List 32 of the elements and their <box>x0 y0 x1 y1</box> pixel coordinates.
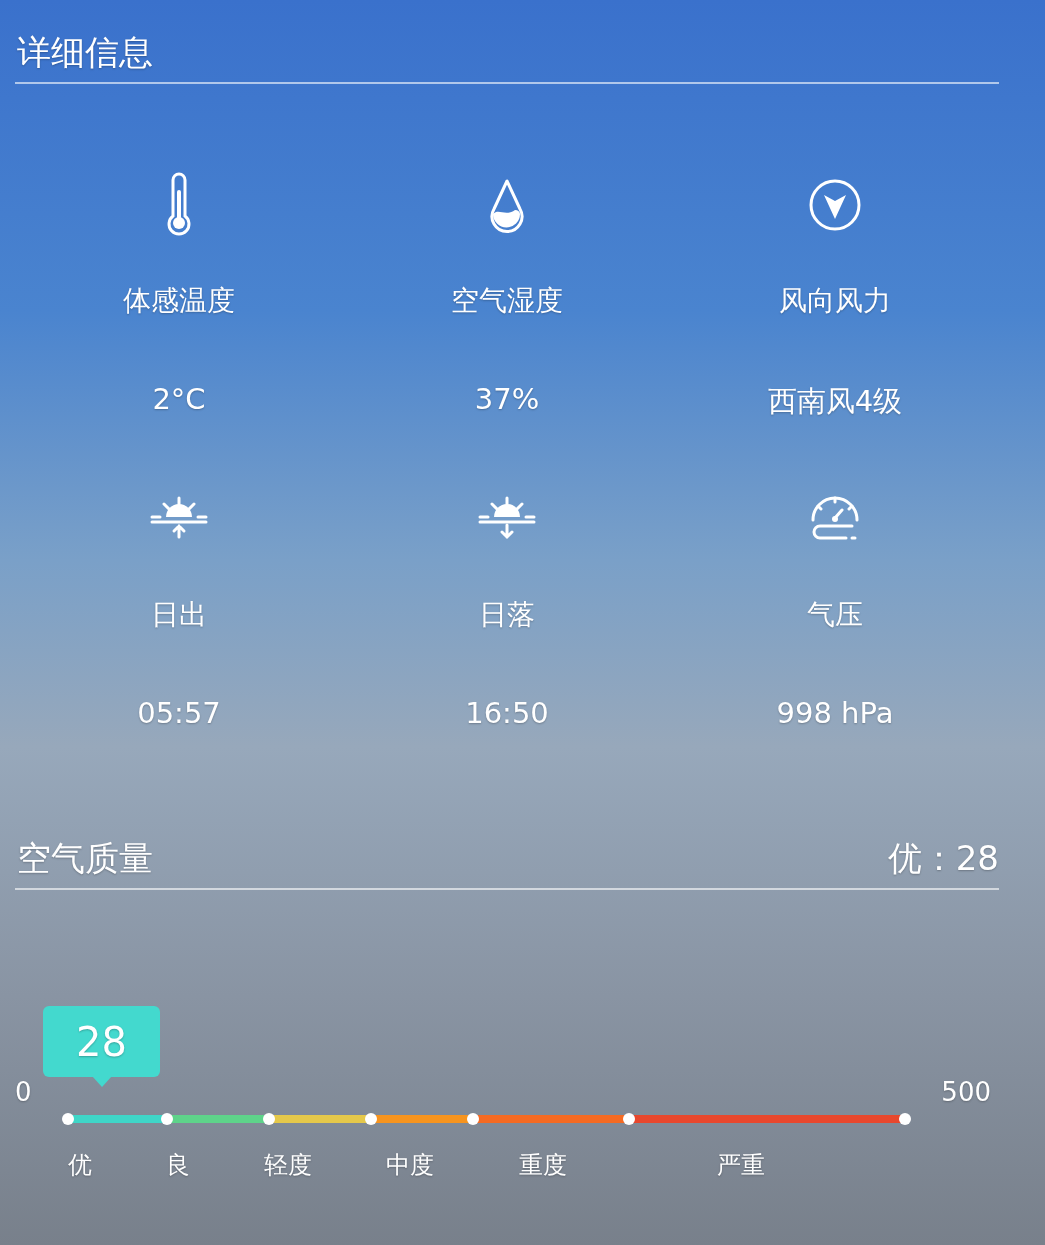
detail-label: 气压 <box>807 597 863 633</box>
scale-dot <box>161 1113 173 1125</box>
detail-label: 体感温度 <box>123 283 235 319</box>
detail-value: 2°C <box>152 382 206 416</box>
scale-dot <box>899 1113 911 1125</box>
detail-label: 空气湿度 <box>451 283 563 319</box>
section-title: 详细信息 <box>17 31 153 74</box>
bubble-pointer-icon <box>91 1076 112 1087</box>
aqi-level-label: 轻度 <box>264 1150 312 1181</box>
aqi-level-label: 中度 <box>386 1150 434 1181</box>
detail-label: 日落 <box>479 597 535 633</box>
aqi-value-bubble: 28 <box>43 1006 160 1077</box>
section-title: 空气质量 <box>17 837 153 880</box>
scale-min: 0 <box>15 1077 32 1107</box>
aqi-level-label: 优 <box>68 1150 92 1181</box>
detail-value: 37% <box>474 382 540 416</box>
scale-dot <box>623 1113 635 1125</box>
scale-dot <box>467 1113 479 1125</box>
scale-dot <box>263 1113 275 1125</box>
aqi-level-label: 良 <box>166 1150 190 1181</box>
detail-value: 16:50 <box>465 696 549 730</box>
scale-dot <box>62 1113 74 1125</box>
detail-value: 998 hPa <box>776 696 894 730</box>
detail-value: 05:57 <box>137 696 221 730</box>
aqi-level-label: 重度 <box>518 1150 567 1181</box>
scale-dot <box>365 1113 377 1125</box>
scale-max: 500 <box>941 1077 991 1107</box>
air-quality-summary: 优：28 <box>887 837 999 880</box>
aqi-level-label: 严重 <box>717 1150 766 1181</box>
detail-label: 风向风力 <box>779 283 891 319</box>
detail-label: 日出 <box>151 597 207 633</box>
detail-value: 西南风4级 <box>767 383 903 420</box>
